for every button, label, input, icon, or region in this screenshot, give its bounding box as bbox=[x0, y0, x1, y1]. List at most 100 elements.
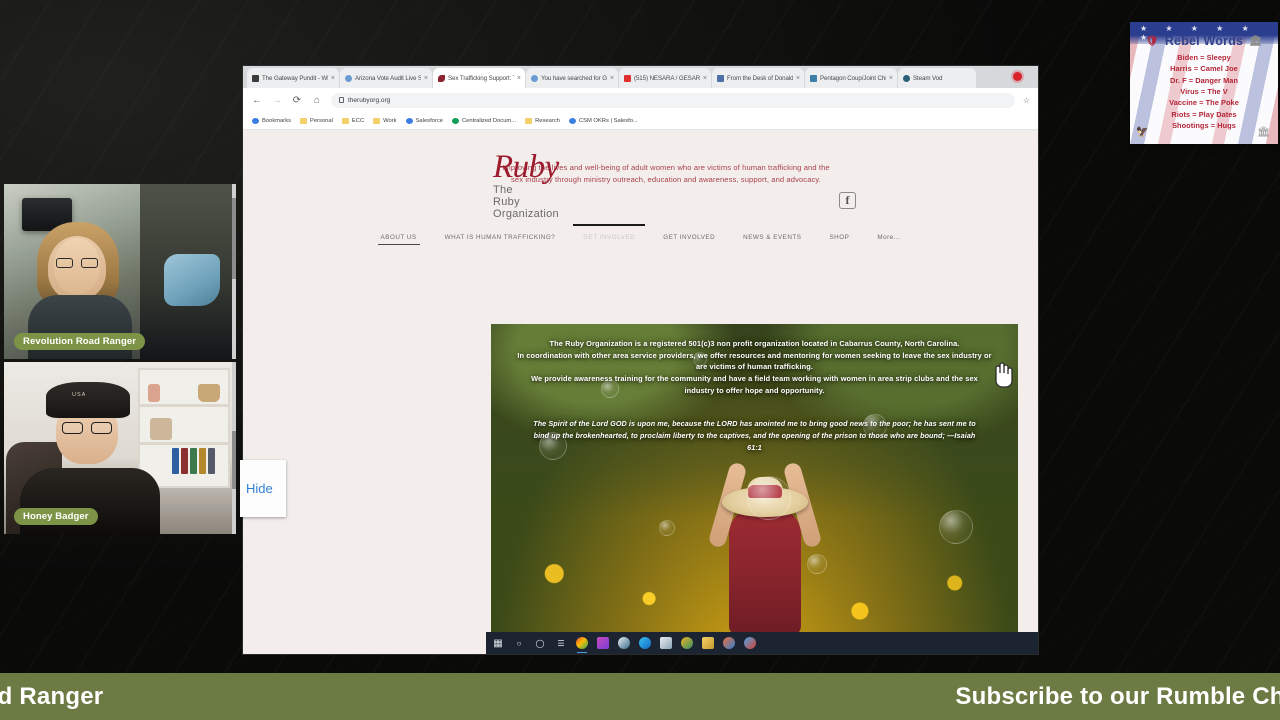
tab-close-icon[interactable]: × bbox=[610, 75, 614, 82]
tab-title: Pentagon Coup/Joint Chi... bbox=[820, 74, 886, 82]
tab-favicon-steam-icon bbox=[903, 74, 910, 82]
bookmark-item[interactable]: Salesforce bbox=[405, 117, 443, 124]
rebel-words-title: Rebel Words bbox=[1164, 34, 1244, 48]
website-viewport: Ruby ❧ The Ruby Organization Improving t… bbox=[243, 130, 1038, 654]
rebel-words-overlay: 🛡 Rebel Words 🏛 Biden = Sleepy Harris = … bbox=[1130, 22, 1278, 144]
bookmarks-bar[interactable]: Bookmarks Personal ECC Work Salesforce C… bbox=[243, 112, 1038, 130]
webcam-tile-honey-badger[interactable]: USA Honey Badger bbox=[4, 362, 236, 534]
folder-icon bbox=[525, 117, 533, 124]
cam-scrollbar[interactable] bbox=[232, 184, 236, 359]
task-view-icon[interactable]: ☰ bbox=[555, 637, 567, 649]
browser-tab[interactable]: Steam Vod bbox=[898, 68, 976, 88]
bookmark-item[interactable]: Bookmarks bbox=[252, 117, 291, 124]
folder-icon bbox=[373, 117, 381, 124]
tab-close-icon[interactable]: × bbox=[517, 75, 521, 82]
explorer-icon[interactable] bbox=[660, 637, 672, 649]
participant-name-badge: Honey Badger bbox=[14, 508, 98, 525]
cortana-icon[interactable]: ◯ bbox=[534, 637, 546, 649]
tab-close-icon[interactable]: × bbox=[889, 75, 893, 82]
bookmark-label: ECC bbox=[351, 117, 365, 124]
tab-title: From the Desk of Donald ... bbox=[727, 74, 793, 82]
browser-tab[interactable]: The Gateway Pundit - Wh... × bbox=[247, 68, 339, 88]
app2-icon[interactable] bbox=[744, 637, 756, 649]
paint-icon[interactable] bbox=[618, 637, 630, 649]
media-icon[interactable] bbox=[702, 637, 714, 649]
rebel-words-list: Biden = Sleepy Harris = Camel Joe Dr. F … bbox=[1130, 52, 1278, 131]
address-bar[interactable]: therubyorg.org bbox=[331, 92, 1015, 108]
bookmark-star-icon[interactable]: ☆ bbox=[1023, 96, 1030, 105]
app-icon[interactable] bbox=[681, 637, 693, 649]
cam2-vase bbox=[148, 384, 160, 402]
chrome-icon[interactable] bbox=[576, 637, 588, 653]
back-icon[interactable]: ← bbox=[251, 94, 263, 106]
browser-tab-active[interactable]: Sex Trafficking Support: T... × bbox=[433, 68, 525, 88]
bookmark-item[interactable]: Research bbox=[525, 117, 560, 124]
windows-start-icon[interactable]: ▦ bbox=[492, 637, 504, 649]
participant-name-badge: Revolution Road Ranger bbox=[14, 333, 146, 350]
lock-icon bbox=[339, 97, 344, 103]
tab-title: (515) NESARA / GESARA ... bbox=[634, 74, 700, 82]
bookmark-label: Centralized Docum... bbox=[461, 117, 517, 124]
nav-item-more[interactable]: More... bbox=[877, 234, 900, 245]
rebel-word-entry: Shootings = Hugs bbox=[1172, 120, 1236, 130]
cam-scrollbar[interactable] bbox=[232, 362, 236, 534]
bookmark-label: CSM OKRs | Salesfo... bbox=[578, 117, 638, 124]
cam2-shelf-line bbox=[140, 442, 228, 445]
site-navigation[interactable]: ABOUT US WHAT IS HUMAN TRAFFICKING? GET … bbox=[243, 224, 1038, 246]
quote-text: The Spirit of the Lord GOD is upon me, b… bbox=[533, 419, 976, 441]
nav-item-what-is-human-trafficking[interactable]: WHAT IS HUMAN TRAFFICKING? bbox=[445, 234, 556, 245]
browser-tab-strip[interactable]: The Gateway Pundit - Wh... × Arizona Vot… bbox=[243, 66, 1038, 88]
tab-close-icon[interactable]: × bbox=[703, 75, 707, 82]
tab-favicon-youtube-icon bbox=[624, 74, 631, 82]
teams-icon[interactable] bbox=[597, 637, 609, 649]
bookmark-label: Research bbox=[535, 117, 560, 124]
browser-tab[interactable]: You have searched for GI... × bbox=[526, 68, 618, 88]
logo-wordmark: Ruby bbox=[493, 149, 559, 185]
bookmark-item[interactable]: Centralized Docum... bbox=[451, 117, 517, 124]
home-icon[interactable]: ⌂ bbox=[311, 94, 323, 106]
address-bar-url: therubyorg.org bbox=[348, 96, 391, 104]
rebel-word-entry: Vaccine = The Poke bbox=[1169, 98, 1239, 108]
tab-title: Sex Trafficking Support: T... bbox=[448, 74, 514, 82]
facebook-icon[interactable]: f bbox=[839, 192, 856, 209]
cam2-cap bbox=[46, 382, 130, 418]
browser-tab[interactable]: From the Desk of Donald ... × bbox=[712, 68, 804, 88]
hero-scripture-quote: The Spirit of the Lord GOD is upon me, b… bbox=[517, 418, 992, 453]
rebel-word-entry: Virus = The V bbox=[1180, 86, 1228, 96]
forward-icon[interactable]: → bbox=[271, 94, 283, 106]
browser-toolbar[interactable]: ← → ⟳ ⌂ therubyorg.org ☆ bbox=[243, 88, 1038, 112]
edge-icon[interactable] bbox=[639, 637, 651, 649]
shield-icon: 🛡 bbox=[1145, 35, 1159, 47]
bookmark-item[interactable]: Personal bbox=[300, 117, 333, 124]
browser-tab[interactable]: (515) NESARA / GESARA ... × bbox=[619, 68, 711, 88]
nav-item-hovered[interactable]: GET INVOLVED bbox=[573, 224, 646, 245]
hero-text-block: The Ruby Organization is a registered 50… bbox=[491, 324, 1018, 636]
browser-tab[interactable]: Pentagon Coup/Joint Chi... × bbox=[805, 68, 897, 88]
banner-right-text: Subscribe to our Rumble Channel: Rev bbox=[955, 682, 1280, 710]
tab-close-icon[interactable]: × bbox=[424, 75, 428, 82]
search-icon[interactable]: ○ bbox=[513, 637, 525, 649]
site-logo[interactable]: Ruby ❧ The Ruby Organization bbox=[251, 131, 1038, 220]
nav-item-about-us[interactable]: ABOUT US bbox=[377, 234, 420, 246]
tab-title: You have searched for GI... bbox=[541, 74, 607, 82]
bookmark-item[interactable]: CSM OKRs | Salesfo... bbox=[568, 117, 638, 124]
tab-close-icon[interactable]: × bbox=[796, 75, 800, 82]
nav-item-get-involved[interactable]: GET INVOLVED bbox=[663, 234, 715, 245]
cam2-books bbox=[172, 448, 216, 474]
shared-screen-browser-window[interactable]: The Gateway Pundit - Wh... × Arizona Vot… bbox=[243, 66, 1038, 654]
bookmark-item[interactable]: ECC bbox=[341, 117, 365, 124]
building-icon: 🏛 bbox=[1257, 127, 1270, 138]
reload-icon[interactable]: ⟳ bbox=[291, 94, 303, 106]
browser-icon[interactable] bbox=[723, 637, 735, 649]
nav-item-shop[interactable]: SHOP bbox=[829, 234, 849, 245]
webcam-tile-revolution-road-ranger[interactable]: Revolution Road Ranger bbox=[4, 184, 236, 359]
hero-paragraph-2: In coordination with other area service … bbox=[517, 350, 992, 372]
banner-left-text: n Road Ranger bbox=[0, 682, 104, 710]
bookmark-item[interactable]: Work bbox=[373, 117, 397, 124]
nav-item-news-and-events[interactable]: NEWS & EVENTS bbox=[743, 234, 801, 245]
tab-close-icon[interactable]: × bbox=[331, 75, 335, 82]
glasses-icon bbox=[62, 422, 112, 434]
browser-tab[interactable]: Arizona Vote Audit Live St... × bbox=[340, 68, 432, 88]
hide-panel-button[interactable]: Hide bbox=[240, 460, 286, 517]
bookmark-blue-icon bbox=[568, 117, 576, 124]
